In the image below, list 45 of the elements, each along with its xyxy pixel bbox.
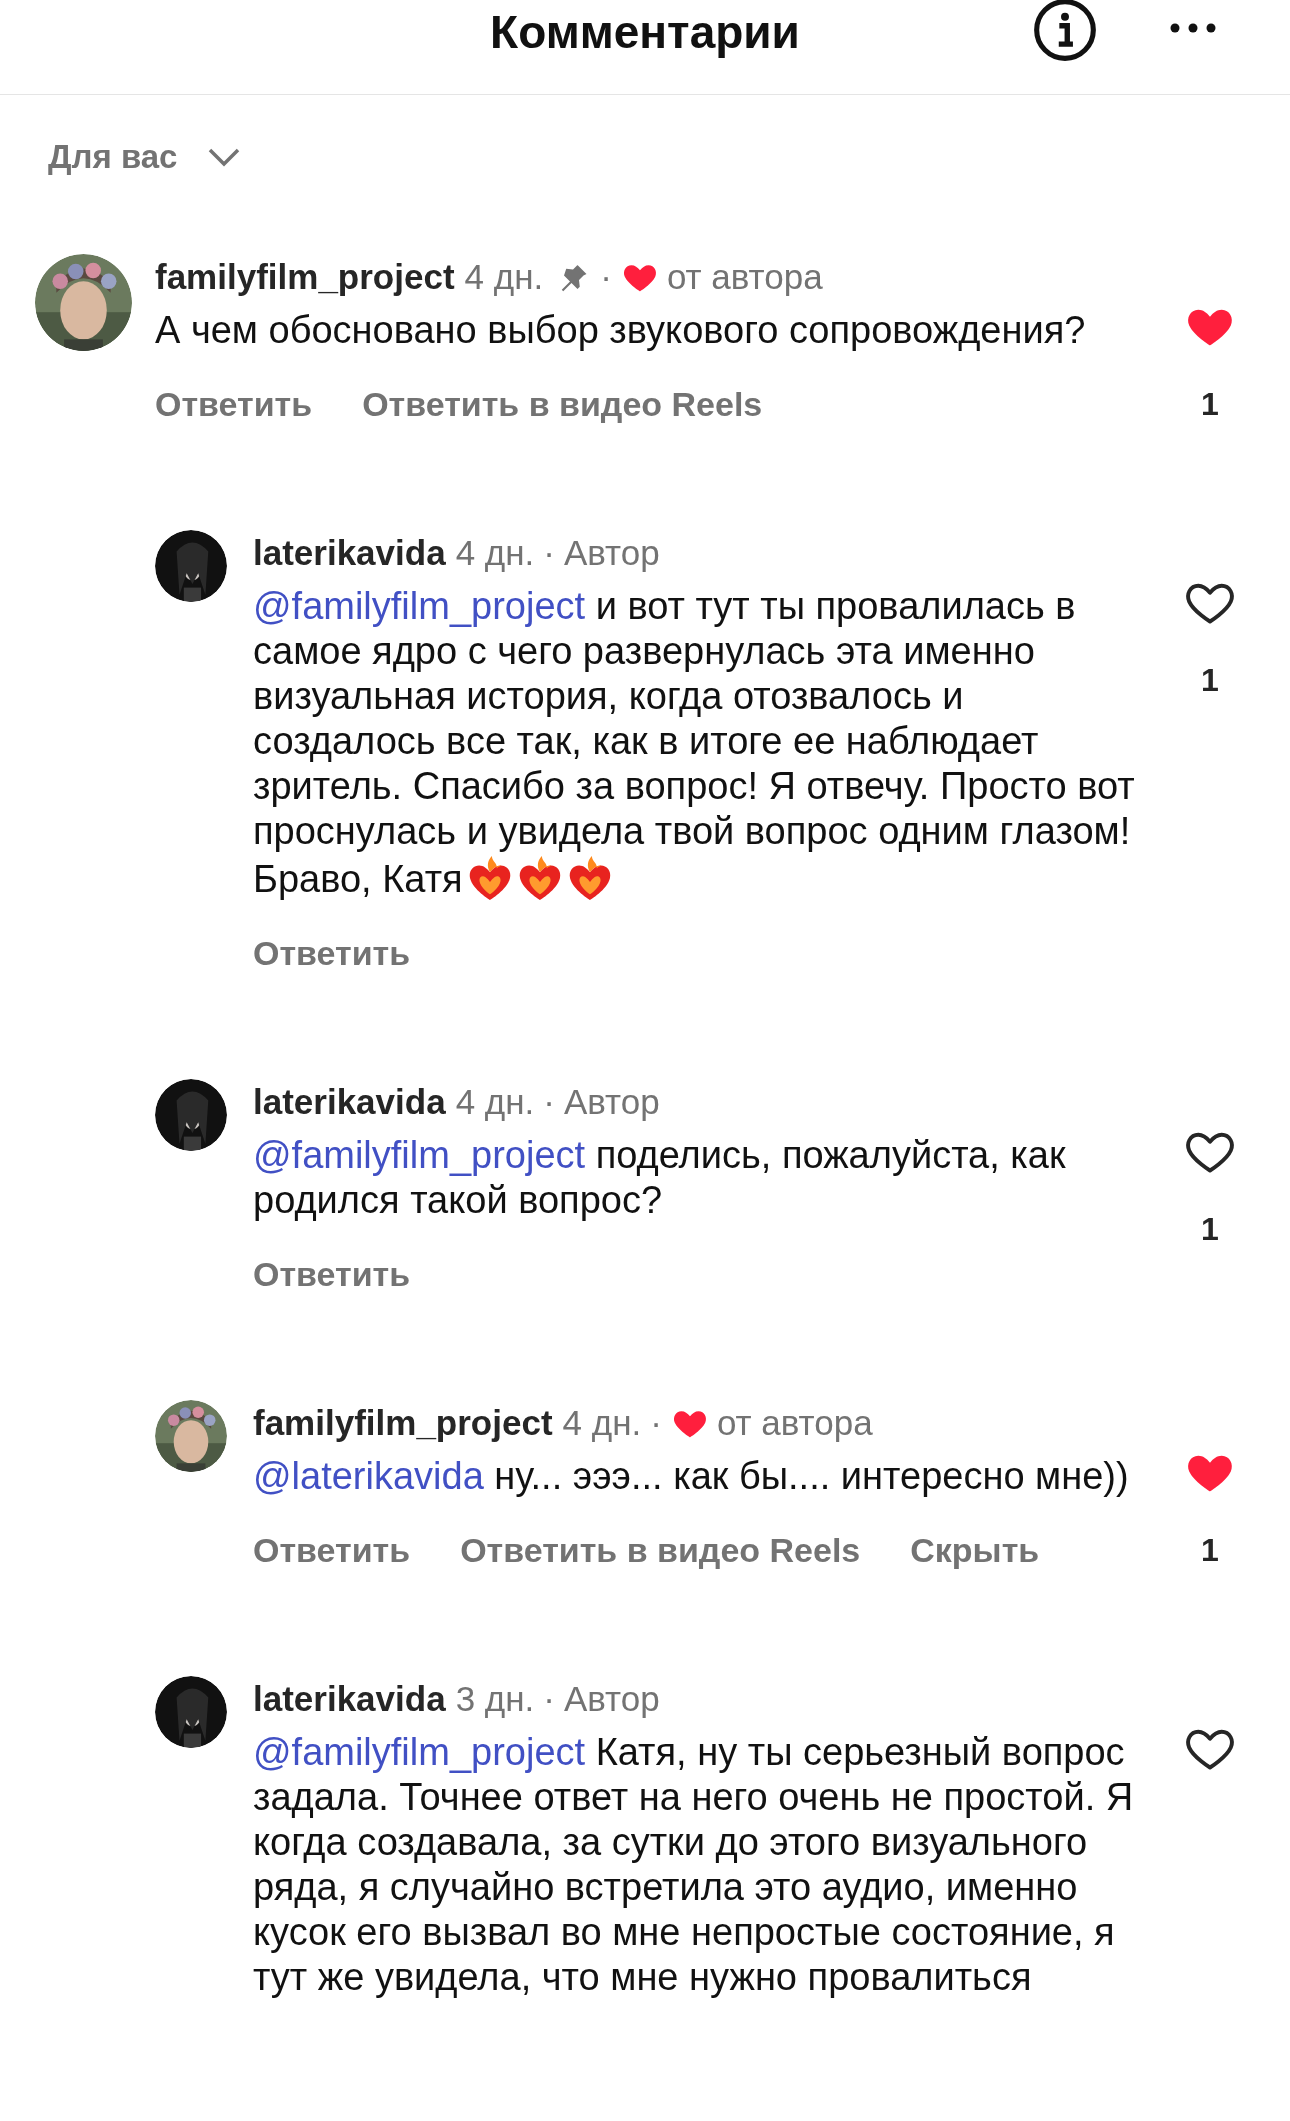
mention-link[interactable]: @laterikavida bbox=[253, 1455, 484, 1497]
like-count: 1 bbox=[1201, 1531, 1219, 1570]
comment-time: 4 дн. bbox=[455, 1081, 535, 1123]
author-tag: Автор bbox=[563, 1079, 660, 1125]
comment-text: @laterikavida ну... эээ... как бы.... интересно мне)) bbox=[253, 1454, 1130, 1499]
author-tag: от автора bbox=[716, 1400, 873, 1446]
like-count: 1 bbox=[1201, 661, 1219, 700]
reply-button[interactable]: Скрыть bbox=[910, 1525, 1040, 1576]
comment-time: 4 дн. bbox=[562, 1402, 642, 1444]
info-icon[interactable] bbox=[1031, 0, 1099, 64]
separator-dot: · bbox=[650, 1402, 662, 1444]
comment-text: @familyfilm_project Катя, ну ты серьезный вопрос задала. Точнее ответ на него очень не простой. Я когда создавала, за сутки до этого визуального ряда, я случайно встретила это аудио, именно кусок его вызвал во мне непростые состояние, я тут же увидела, что мне нужно провалиться bbox=[253, 1730, 1135, 2000]
chevron-down-icon bbox=[207, 147, 242, 167]
comment-text: @familyfilm_project и вот тут ты провалилась в самое ядро с чего развернулась эта именно визуальная история, когда отозвалось и создалось все так, как в итоге ее наблюдает зритель. Спасибо за вопрос! Я отвечу. Просто вот проснулась и увидела твой вопрос одним глазом! Браво, Катя bbox=[253, 584, 1136, 902]
mention-link[interactable]: @familyfilm_project bbox=[253, 1134, 586, 1176]
like-count: 1 bbox=[1201, 385, 1219, 424]
comment-time: 3 дн. bbox=[455, 1678, 535, 1720]
username[interactable]: familyfilm_project bbox=[253, 1400, 553, 1446]
like-count: 1 bbox=[1201, 1210, 1219, 1249]
comment-time: 4 дн. bbox=[464, 256, 544, 298]
username[interactable]: laterikavida bbox=[253, 1676, 446, 1722]
separator-dot: · bbox=[543, 532, 555, 574]
comment-text: А чем обосновано выбор звукового сопровождения? bbox=[155, 308, 1087, 353]
reply-button[interactable]: Ответить bbox=[253, 928, 411, 979]
author-tag: Автор bbox=[563, 530, 660, 576]
reply-button[interactable]: Ответить bbox=[253, 1249, 411, 1300]
reply-button[interactable]: Ответить bbox=[253, 1525, 411, 1576]
username[interactable]: laterikavida bbox=[253, 1079, 446, 1125]
author-tag: от автора bbox=[666, 254, 823, 300]
separator-dot: · bbox=[600, 256, 612, 298]
reply-button[interactable]: Ответить в видео Reels bbox=[460, 1525, 861, 1576]
page-title: Комментарии bbox=[490, 4, 800, 60]
comment-text: @familyfilm_project поделись, пожалуйста, как родился такой вопрос? bbox=[253, 1133, 1067, 1223]
sort-dropdown[interactable]: Для вас bbox=[48, 132, 242, 182]
author-tag: Автор bbox=[563, 1676, 660, 1722]
username[interactable]: laterikavida bbox=[253, 530, 446, 576]
reply-button[interactable]: Ответить в видео Reels bbox=[362, 379, 763, 430]
separator-dot: · bbox=[543, 1678, 555, 1720]
mention-link[interactable]: @familyfilm_project bbox=[253, 585, 586, 627]
username[interactable]: familyfilm_project bbox=[155, 254, 455, 300]
comment-time: 4 дн. bbox=[455, 532, 535, 574]
reply-button[interactable]: Ответить bbox=[155, 379, 313, 430]
more-icon[interactable] bbox=[1168, 21, 1218, 35]
mention-link[interactable]: @familyfilm_project bbox=[253, 1731, 586, 1773]
separator-dot: · bbox=[543, 1081, 555, 1123]
